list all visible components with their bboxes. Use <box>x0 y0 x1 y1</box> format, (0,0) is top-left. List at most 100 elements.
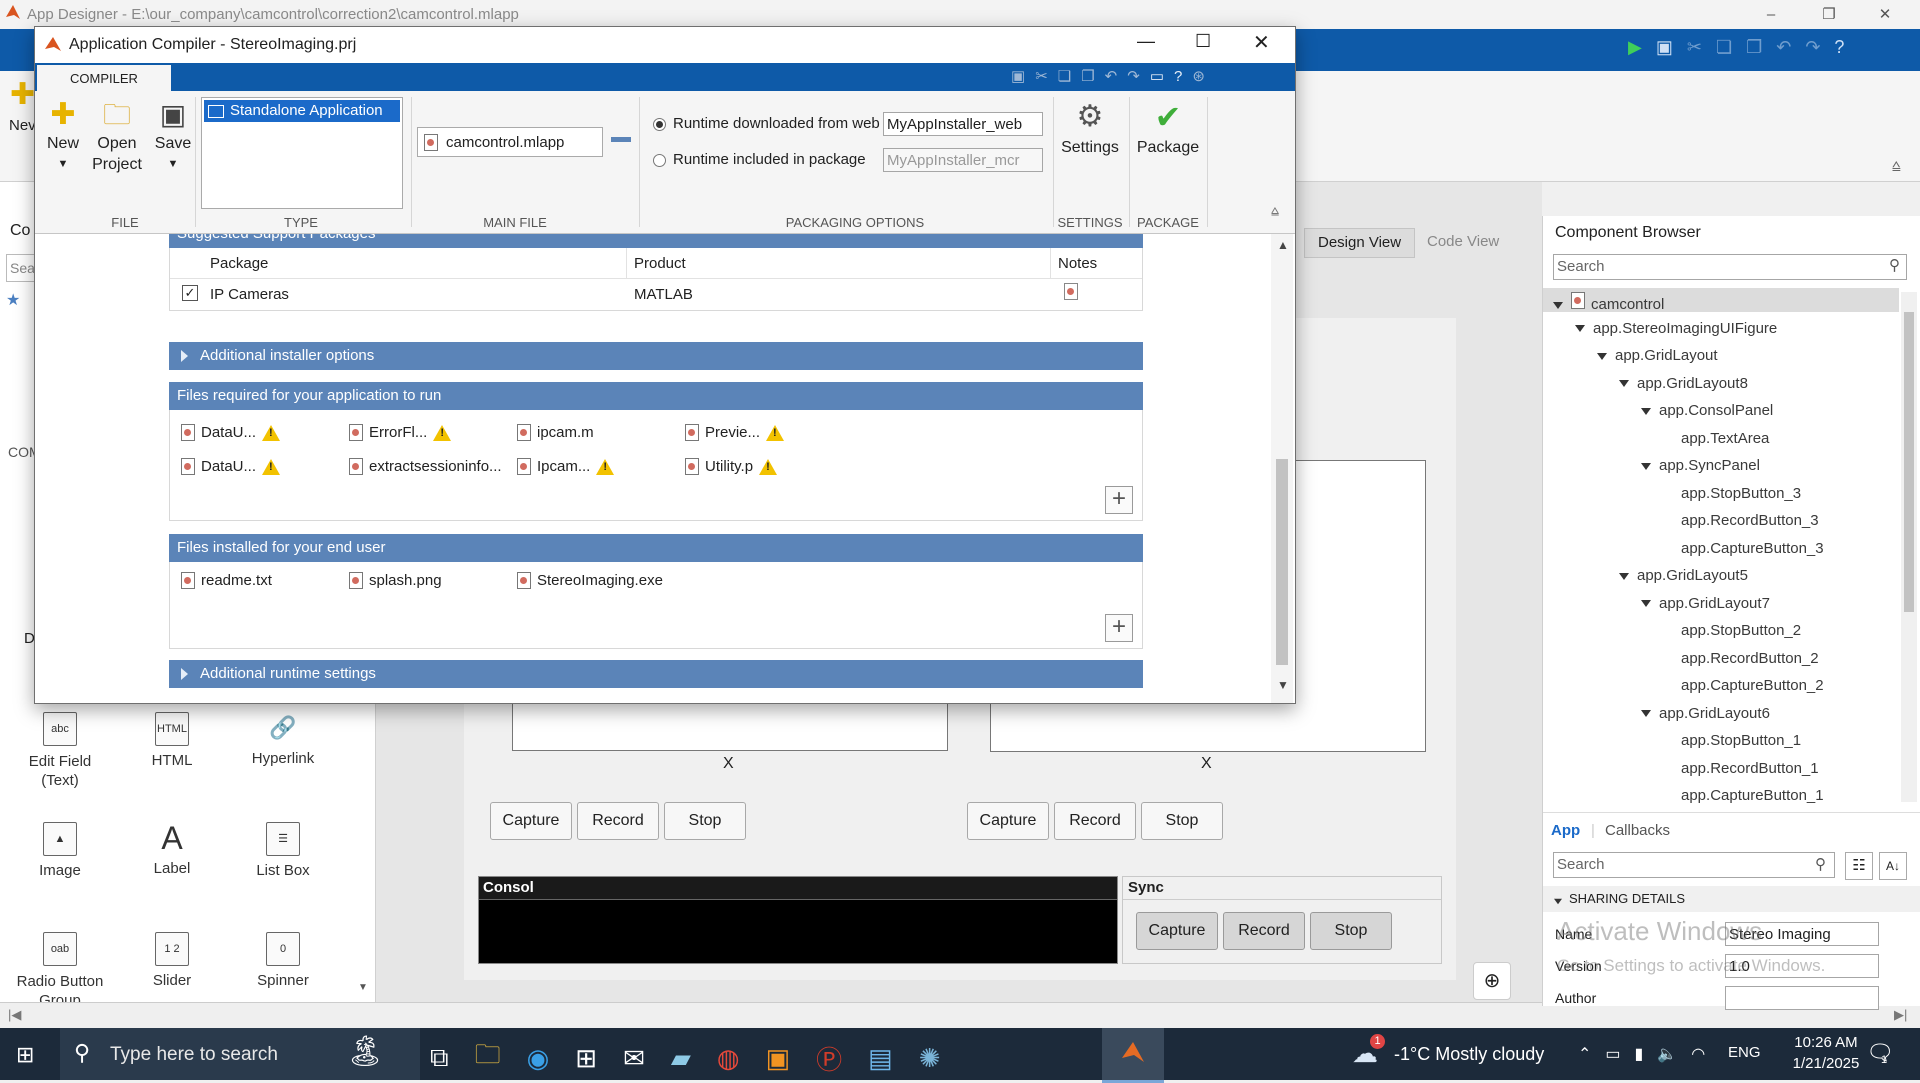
tree-node[interactable]: app.StopButton_2 <box>1681 622 1801 639</box>
sync-record-button[interactable]: Record <box>1223 912 1305 950</box>
tab-code-view[interactable]: Code View <box>1414 228 1512 256</box>
type-standalone-application[interactable]: Standalone Application <box>204 100 400 122</box>
expand-triangle-icon[interactable] <box>1553 301 1563 309</box>
expand-triangle-icon[interactable] <box>1619 380 1629 388</box>
library-item-label[interactable]: A Label <box>117 822 227 877</box>
capture-button-left[interactable]: Capture <box>490 802 572 840</box>
restore-button[interactable]: ❐ <box>1806 2 1852 28</box>
tree-node[interactable]: app.StopButton_3 <box>1681 485 1801 502</box>
windows-start-icon[interactable]: ⊞ <box>16 1042 34 1068</box>
scroll-thumb[interactable] <box>1276 459 1288 665</box>
stop-button-left[interactable]: Stop <box>664 802 746 840</box>
taskbar-search-box[interactable]: ⚲ Type here to search 🏝 <box>60 1028 420 1080</box>
expand-triangle-icon[interactable] <box>1641 407 1651 415</box>
tree-node[interactable]: app.GridLayout5 <box>1619 567 1748 584</box>
remove-main-file-icon[interactable] <box>611 137 631 142</box>
dialog-minimize-button[interactable]: — <box>1137 31 1155 52</box>
tab-app[interactable]: App <box>1551 822 1580 839</box>
additional-installer-options-header[interactable]: Additional installer options <box>169 342 1143 370</box>
dialog-close-button[interactable]: ✕ <box>1253 30 1270 55</box>
run-icon[interactable]: ▶ <box>1628 37 1642 58</box>
runtime-web-option[interactable]: Runtime downloaded from web <box>653 115 880 132</box>
matlab-taskbar-item[interactable] <box>1102 1028 1164 1083</box>
expand-triangle-icon[interactable] <box>1641 710 1651 718</box>
file-explorer-icon[interactable]: 🗀 <box>475 1036 501 1080</box>
open-project-button[interactable]: 🗀 Open Project <box>87 97 147 175</box>
library-item-hyperlink[interactable]: 🔗 Hyperlink <box>228 712 338 767</box>
scroll-left-icon[interactable]: |◀ <box>8 1007 21 1023</box>
favorites-star-icon[interactable]: ★ <box>6 290 20 310</box>
tab-design-view[interactable]: Design View <box>1304 228 1416 258</box>
tab-compiler[interactable]: COMPILER <box>37 65 171 91</box>
tree-node[interactable]: app.RecordButton_1 <box>1681 760 1819 777</box>
battery-icon[interactable]: ▮ <box>1635 1044 1644 1064</box>
additional-runtime-settings-header[interactable]: Additional runtime settings <box>169 660 1143 688</box>
tab-callbacks[interactable]: Callbacks <box>1605 822 1670 839</box>
tree-node[interactable]: app.CaptureButton_3 <box>1681 540 1824 557</box>
scroll-right-icon[interactable]: ▶| <box>1894 1007 1907 1023</box>
library-item-slider[interactable]: 1 2 Slider <box>117 932 227 989</box>
paste-icon[interactable]: ❐ <box>1081 67 1094 85</box>
mail-icon[interactable]: ✉ <box>623 1043 645 1074</box>
weather-text[interactable]: -1°C Mostly cloudy <box>1394 1044 1544 1065</box>
installed-file-item[interactable]: splash.png <box>349 572 442 589</box>
warning-icon[interactable] <box>759 458 778 475</box>
library-item-image[interactable]: ▲ Image <box>5 822 115 879</box>
new-button[interactable]: ✚ New ▼ <box>41 97 85 175</box>
expand-triangle-icon[interactable] <box>1641 600 1651 608</box>
main-file-field[interactable]: camcontrol.mlapp <box>417 127 603 157</box>
app-window-icon[interactable]: ▤ <box>868 1043 893 1074</box>
required-file-item[interactable]: DataU... <box>181 424 281 441</box>
library-scroll-down-icon[interactable]: ▼ <box>358 982 368 993</box>
task-view-icon[interactable]: ⧉ <box>430 1042 449 1074</box>
record-button-left[interactable]: Record <box>577 802 659 840</box>
package-button[interactable]: ✔ Package <box>1133 97 1203 158</box>
close-button[interactable]: ✕ <box>1862 2 1908 28</box>
required-file-item[interactable]: Previe... <box>685 424 785 441</box>
meet-now-icon[interactable]: ▭ <box>1605 1044 1620 1064</box>
sync-capture-button[interactable]: Capture <box>1136 912 1218 950</box>
required-file-item[interactable]: DataU... <box>181 458 281 475</box>
expand-triangle-icon[interactable] <box>1619 572 1629 580</box>
save-icon[interactable]: ▣ <box>1656 37 1673 58</box>
runtime-package-option[interactable]: Runtime included in package <box>653 151 866 168</box>
show-hidden-icons-chevron-icon[interactable]: ⌃ <box>1578 1044 1591 1064</box>
tree-node[interactable]: app.ConsolPanel <box>1641 402 1773 419</box>
required-file-item[interactable]: extractsessioninfo... <box>349 458 502 475</box>
sort-az-icon[interactable]: A↓ <box>1879 852 1907 880</box>
add-installed-file-button[interactable]: + <box>1105 614 1133 642</box>
expand-triangle-icon[interactable] <box>1641 462 1651 470</box>
warning-icon[interactable] <box>262 458 281 475</box>
volume-icon[interactable]: 🔈 <box>1657 1044 1677 1064</box>
inspector-search-input[interactable]: Search <box>1553 852 1835 878</box>
sync-stop-button[interactable]: Stop <box>1310 912 1392 950</box>
required-file-item[interactable]: ipcam.m <box>517 424 594 441</box>
tree-node[interactable]: app.StopButton_1 <box>1681 732 1801 749</box>
required-file-item[interactable]: Ipcam... <box>517 458 615 475</box>
tree-node-root[interactable]: camcontrol <box>1553 292 1664 313</box>
clock-date[interactable]: 1/21/2025 <box>1786 1055 1866 1072</box>
tree-node[interactable]: app.GridLayout <box>1597 347 1718 364</box>
field-author-input[interactable] <box>1725 986 1879 1010</box>
search-highlight-icon[interactable]: 🏝 <box>346 1034 384 1069</box>
chrome-icon[interactable]: ◍ <box>717 1043 740 1074</box>
tree-node[interactable]: app.GridLayout6 <box>1641 705 1770 722</box>
app-red-p-icon[interactable]: Ⓟ <box>816 1040 842 1077</box>
dialog-scrollbar[interactable]: ▲ ▼ <box>1271 234 1293 703</box>
library-item-html[interactable]: HTML HTML <box>117 712 227 769</box>
save-button[interactable]: ▣ Save ▼ <box>149 97 197 175</box>
add-required-file-button[interactable]: + <box>1105 486 1133 514</box>
language-indicator[interactable]: ENG <box>1728 1044 1761 1061</box>
save-icon[interactable]: ▣ <box>1011 67 1025 85</box>
paste-icon[interactable]: ❐ <box>1746 37 1762 58</box>
tree-scrollbar[interactable] <box>1901 292 1917 802</box>
capture-button-right[interactable]: Capture <box>967 802 1049 840</box>
component-browser-search-input[interactable]: Search <box>1553 254 1907 280</box>
notes-app-icon[interactable]: ▰ <box>671 1043 691 1074</box>
tree-node[interactable]: app.RecordButton_3 <box>1681 512 1819 529</box>
help-icon[interactable]: ? <box>1834 37 1844 58</box>
list-view-icon[interactable]: ☷ <box>1845 852 1873 880</box>
tree-node[interactable]: app.CaptureButton_2 <box>1681 677 1824 694</box>
layout-icon[interactable]: ▭ <box>1150 67 1164 85</box>
help-icon[interactable]: ? <box>1174 68 1182 85</box>
